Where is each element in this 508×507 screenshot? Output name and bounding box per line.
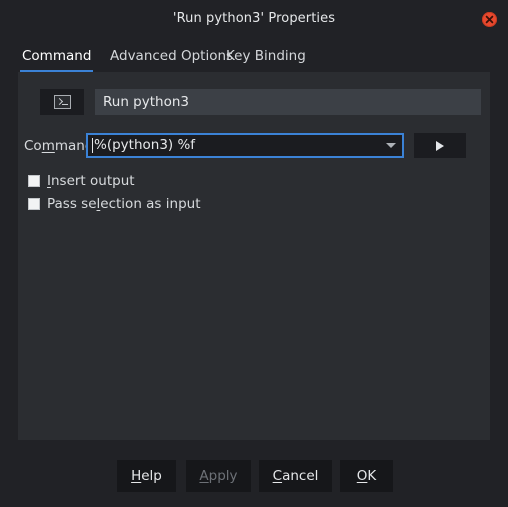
dialog-button-bar: Help Apply Cancel OK bbox=[0, 460, 508, 494]
checkbox-box[interactable] bbox=[28, 175, 40, 187]
checkbox-box[interactable] bbox=[28, 198, 40, 210]
close-icon[interactable] bbox=[482, 12, 497, 27]
command-input[interactable]: %(python3) %f bbox=[86, 133, 404, 158]
apply-button[interactable]: Apply bbox=[186, 460, 251, 492]
text-caret bbox=[92, 138, 93, 153]
run-command-button[interactable] bbox=[414, 133, 466, 158]
help-button[interactable]: Help bbox=[117, 460, 176, 492]
play-triangle-icon bbox=[436, 140, 444, 151]
checkbox-insert-output[interactable]: Insert output bbox=[28, 172, 135, 190]
ok-button[interactable]: OK bbox=[340, 460, 393, 492]
chevron-down-icon[interactable] bbox=[386, 143, 396, 148]
terminal-icon bbox=[53, 95, 71, 109]
tab-advanced-options[interactable]: Advanced Options bbox=[110, 42, 233, 72]
properties-dialog: 'Run python3' Properties Command Advance… bbox=[0, 0, 508, 507]
checkbox-label: Pass selection as input bbox=[47, 196, 201, 212]
action-name-input[interactable]: Run python3 bbox=[95, 89, 481, 115]
window-title: 'Run python3' Properties bbox=[172, 11, 336, 26]
tab-command[interactable]: Command bbox=[19, 42, 94, 72]
checkbox-pass-selection-as-input[interactable]: Pass selection as input bbox=[28, 195, 200, 213]
title-bar: 'Run python3' Properties bbox=[0, 0, 508, 40]
icon-chooser-button[interactable] bbox=[40, 89, 84, 115]
command-input-value: %(python3) %f bbox=[94, 137, 196, 153]
tab-bar: Command Advanced Options Key Binding bbox=[0, 42, 508, 72]
checkbox-label: Insert output bbox=[47, 173, 135, 189]
command-tab-panel: Run python3 Command: %(python3) %f Inser… bbox=[18, 72, 490, 440]
cancel-button[interactable]: Cancel bbox=[259, 460, 332, 492]
tab-key-binding[interactable]: Key Binding bbox=[226, 42, 306, 72]
